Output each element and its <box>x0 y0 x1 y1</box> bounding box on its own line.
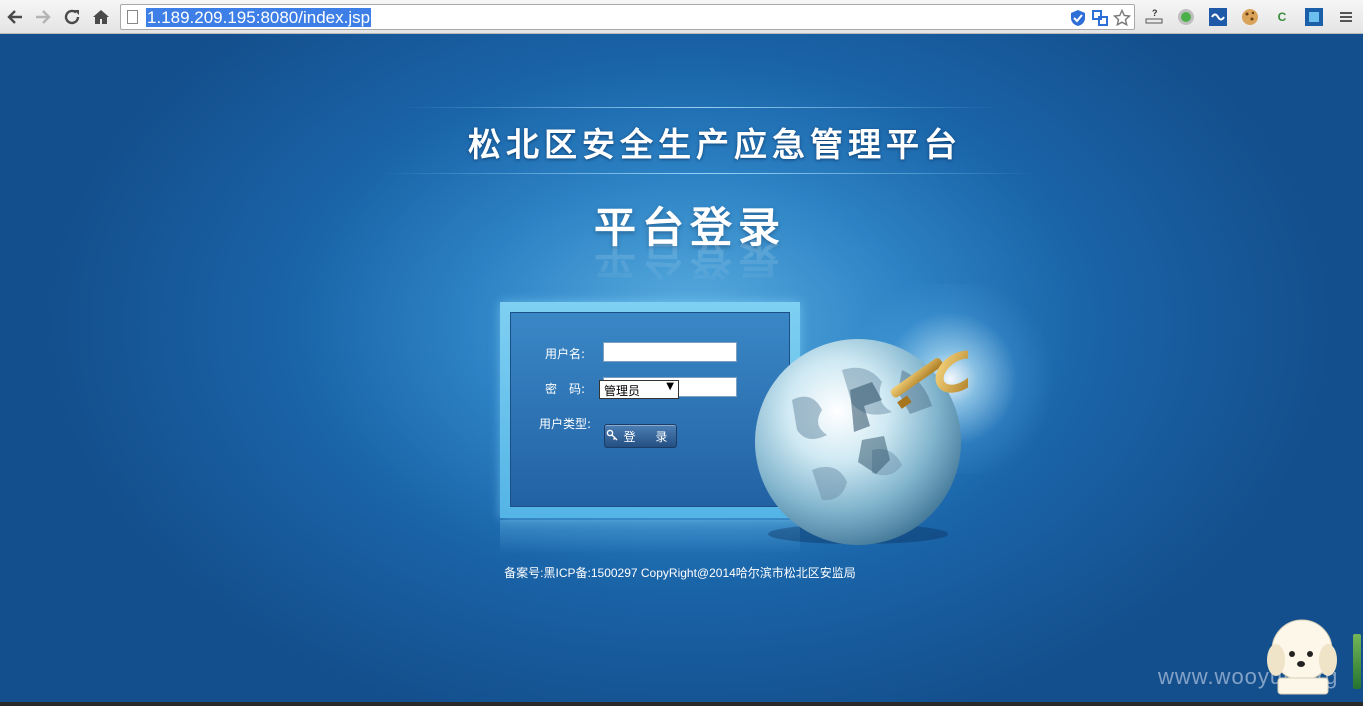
username-input[interactable] <box>603 342 737 362</box>
usertype-selected-value: 管理员 <box>604 384 641 398</box>
login-page: 松北区安全生产应急管理平台 平台登录 平台登录 用户名: 密 码: 用户类型: … <box>0 34 1363 702</box>
title-divider-bottom <box>380 173 1040 174</box>
question-icon[interactable]: ? <box>1143 6 1165 28</box>
menu-icon[interactable] <box>1335 6 1357 28</box>
page-title: 松北区安全生产应急管理平台 <box>468 125 962 164</box>
password-label: 密 码: <box>545 382 586 396</box>
letter-c-icon[interactable]: C <box>1271 6 1293 28</box>
title-divider-top <box>400 107 1000 108</box>
key-icon <box>606 429 618 444</box>
cookie-icon[interactable] <box>1239 6 1261 28</box>
dropdown-arrow-icon: ▼ <box>666 381 674 392</box>
green-dot-icon[interactable] <box>1175 6 1197 28</box>
side-indicator <box>1353 634 1361 689</box>
login-button-label: 登 录 <box>623 429 676 444</box>
shield-check-icon[interactable] <box>1068 8 1088 28</box>
home-icon[interactable] <box>89 5 113 29</box>
mascot-icon <box>1267 619 1337 695</box>
usertype-label: 用户类型: <box>539 417 592 431</box>
taskbar-edge <box>0 702 1363 706</box>
back-arrow-icon[interactable] <box>3 5 27 29</box>
usertype-select[interactable]: 管理员 ▼ <box>599 380 679 399</box>
login-button[interactable]: 登 录 <box>604 424 677 448</box>
page-icon <box>127 10 138 24</box>
globe-key-icon <box>755 339 968 545</box>
star-icon[interactable] <box>1112 8 1132 28</box>
username-label: 用户名: <box>545 347 586 361</box>
svg-text:?: ? <box>1152 8 1158 18</box>
blue-wave-icon[interactable] <box>1207 6 1229 28</box>
login-heading-reflection: 平台登录 <box>593 234 786 283</box>
footer-copyright: 备案号:黑ICP备:1500297 CopyRight@2014哈尔滨市松北区安… <box>504 566 856 580</box>
blue-box-icon[interactable] <box>1303 6 1325 28</box>
address-bar[interactable]: 1.189.209.195:8080/index.jsp <box>120 4 1135 30</box>
translate-icon[interactable] <box>1090 8 1110 28</box>
browser-toolbar: 1.189.209.195:8080/index.jsp ? C <box>0 0 1363 34</box>
forward-arrow-icon[interactable] <box>31 5 55 29</box>
url-text[interactable]: 1.189.209.195:8080/index.jsp <box>146 8 372 27</box>
reload-icon[interactable] <box>60 5 84 29</box>
